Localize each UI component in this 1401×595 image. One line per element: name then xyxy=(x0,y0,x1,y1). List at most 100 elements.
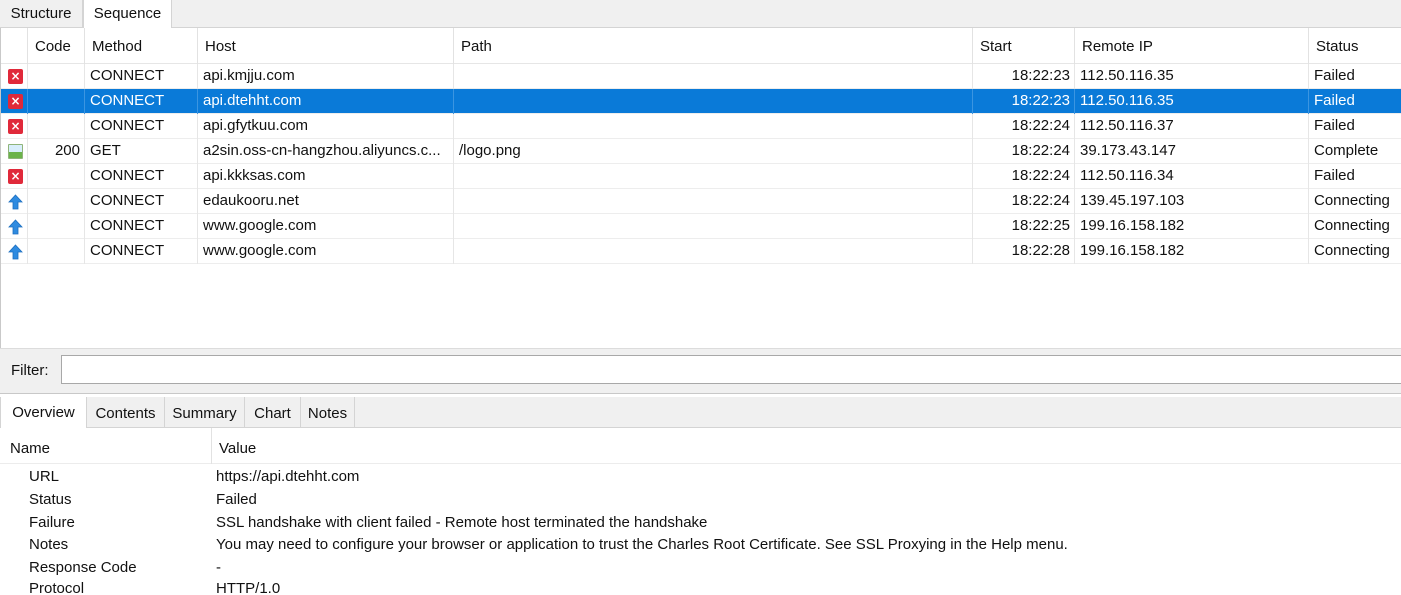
cell-path xyxy=(454,64,973,89)
cell-path: /logo.png xyxy=(454,139,973,164)
cell-remote-ip: 112.50.116.35 xyxy=(1075,64,1309,89)
detail-tabs: Overview Contents Summary Chart Notes xyxy=(0,397,1401,429)
cell-code xyxy=(28,239,85,264)
cell-icon: × xyxy=(1,164,28,189)
cell-host: www.google.com xyxy=(198,214,454,239)
cell-method: CONNECT xyxy=(85,114,198,139)
detail-row-failure[interactable]: Failure SSL handshake with client failed… xyxy=(0,511,1401,534)
cell-code xyxy=(28,114,85,139)
cell-code: 200 xyxy=(28,139,85,164)
cell-status: Failed xyxy=(1314,117,1355,134)
detail-name: Notes xyxy=(29,536,69,553)
cell-path xyxy=(454,189,973,214)
cell-remote-ip: 112.50.116.34 xyxy=(1075,164,1309,189)
cell-icon xyxy=(1,214,28,239)
detail-row-notes[interactable]: Notes You may need to configure your bro… xyxy=(0,533,1401,556)
table-row[interactable]: 200 GET a2sin.oss-cn-hangzhou.aliyuncs.c..… xyxy=(1,139,1401,164)
overview-panel: Name Value URL https://api.dtehht.com St… xyxy=(0,428,1401,595)
overview-header: Name Value xyxy=(0,428,1401,464)
cell-icon: × xyxy=(1,89,28,114)
column-header-start[interactable]: Start xyxy=(973,28,1075,64)
cell-method: CONNECT xyxy=(85,239,198,264)
cell-status: Connecting xyxy=(1314,242,1390,259)
detail-row-status[interactable]: Status Failed xyxy=(0,488,1401,511)
column-header-path[interactable]: Path xyxy=(454,28,973,64)
cell-host: api.gfytkuu.com xyxy=(198,114,454,139)
cell-start: 18:22:24 xyxy=(973,164,1075,189)
cell-start: 18:22:24 xyxy=(973,139,1075,164)
tab-sequence[interactable]: Sequence xyxy=(83,0,172,29)
column-header-method[interactable]: Method xyxy=(85,28,198,64)
detail-value: You may need to configure your browser o… xyxy=(216,536,1068,553)
table-row[interactable]: × CONNECT api.gfytkuu.com 18:22:24 112.50.11… xyxy=(1,114,1401,139)
tab-chart[interactable]: Chart xyxy=(245,397,301,428)
cell-remote-ip: 199.16.158.182 xyxy=(1075,214,1309,239)
failed-icon: × xyxy=(8,119,23,134)
cell-status: Failed xyxy=(1314,167,1355,184)
cell-remote-ip: 112.50.116.37 xyxy=(1075,114,1309,139)
detail-row-protocol[interactable]: Protocol HTTP/1.0 xyxy=(0,577,1401,595)
detail-value: Failed xyxy=(216,491,257,508)
cell-icon: × xyxy=(1,114,28,139)
column-header-value[interactable]: Value xyxy=(219,428,256,464)
failed-icon: × xyxy=(8,169,23,184)
cell-icon xyxy=(1,239,28,264)
detail-name: Response Code xyxy=(29,559,137,576)
table-row[interactable]: × CONNECT api.kkksas.com 18:22:24 112.50.116… xyxy=(1,164,1401,189)
column-divider[interactable] xyxy=(211,428,212,464)
cell-remote-ip: 139.45.197.103 xyxy=(1075,189,1309,214)
column-header-code[interactable]: Code xyxy=(28,28,85,64)
detail-row-url[interactable]: URL https://api.dtehht.com xyxy=(0,465,1401,488)
detail-name: Failure xyxy=(29,514,75,531)
cell-start: 18:22:23 xyxy=(973,64,1075,89)
failed-icon: × xyxy=(8,69,23,84)
cell-remote-ip: 199.16.158.182 xyxy=(1075,239,1309,264)
table-row[interactable]: CONNECT www.google.com 18:22:25 199.16.158.… xyxy=(1,214,1401,239)
cell-host: api.kmjju.com xyxy=(198,64,454,89)
cell-path xyxy=(454,164,973,189)
cell-code xyxy=(28,214,85,239)
table-header: Code Method Host Path Start Remote IP St… xyxy=(1,28,1401,64)
request-table: Code Method Host Path Start Remote IP St… xyxy=(0,28,1401,348)
table-row[interactable]: × CONNECT api.dtehht.com 18:22:23 112.50.116… xyxy=(1,89,1401,114)
tab-overview[interactable]: Overview xyxy=(0,397,87,429)
cell-code xyxy=(28,89,85,114)
column-header-name[interactable]: Name xyxy=(10,428,50,464)
detail-value: HTTP/1.0 xyxy=(216,580,281,595)
detail-row-response-code[interactable]: Response Code - xyxy=(0,556,1401,579)
cell-start: 18:22:24 xyxy=(973,114,1075,139)
column-header-icon[interactable] xyxy=(1,28,28,64)
table-row[interactable]: × CONNECT api.kmjju.com 18:22:23 112.50.116.… xyxy=(1,64,1401,89)
detail-name: Protocol xyxy=(29,580,85,595)
cell-method: CONNECT xyxy=(85,89,198,114)
detail-name: Status xyxy=(29,491,72,508)
tab-notes[interactable]: Notes xyxy=(301,397,355,428)
cell-host: api.kkksas.com xyxy=(198,164,454,189)
tab-structure[interactable]: Structure xyxy=(0,0,83,28)
cell-status: Connecting xyxy=(1314,192,1390,209)
cell-path xyxy=(454,214,973,239)
cell-code xyxy=(28,64,85,89)
column-header-host[interactable]: Host xyxy=(198,28,454,64)
column-header-status[interactable]: Status xyxy=(1309,28,1401,64)
cell-icon xyxy=(1,189,28,214)
cell-method: CONNECT xyxy=(85,189,198,214)
detail-value: SSL handshake with client failed - Remot… xyxy=(216,514,708,531)
column-header-remote-ip[interactable]: Remote IP xyxy=(1075,28,1309,64)
detail-value: - xyxy=(216,559,221,576)
filter-bar: Filter: xyxy=(0,348,1401,394)
cell-start: 18:22:23 xyxy=(973,89,1075,114)
cell-icon xyxy=(1,139,28,164)
detail-name: URL xyxy=(29,468,60,485)
table-row[interactable]: CONNECT www.google.com 18:22:28 199.16.158.… xyxy=(1,239,1401,264)
filter-input[interactable] xyxy=(61,355,1401,384)
cell-method: CONNECT xyxy=(85,214,198,239)
filter-label: Filter: xyxy=(11,362,49,379)
table-row[interactable]: CONNECT edaukooru.net 18:22:24 139.45.197.1… xyxy=(1,189,1401,214)
cell-start: 18:22:24 xyxy=(973,189,1075,214)
cell-status: Complete xyxy=(1314,142,1379,159)
cell-icon: × xyxy=(1,64,28,89)
cell-host: api.dtehht.com xyxy=(198,89,454,114)
tab-summary[interactable]: Summary xyxy=(165,397,245,428)
tab-contents[interactable]: Contents xyxy=(87,397,165,428)
